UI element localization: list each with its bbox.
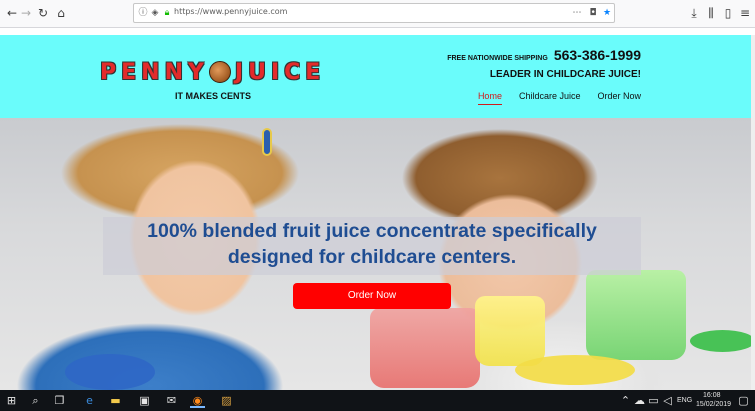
blue-paint-cup — [65, 354, 155, 390]
windows-start-icon[interactable]: ⊞ — [4, 393, 19, 408]
sidebar-icon[interactable]: ▯ — [720, 5, 736, 21]
phone-number[interactable]: 563-386-1999 — [554, 47, 641, 63]
arrow-right-icon[interactable]: → — [18, 5, 34, 21]
nav-order-now[interactable]: Order Now — [597, 91, 641, 105]
address-bar[interactable]: ⓘ ◈ 🔒︎ https://www.pennyjuice.com ⋯ ◘ ★ — [133, 3, 615, 23]
yellow-paint-cup — [475, 296, 545, 366]
hero-headline-line1: 100% blended fruit juice concentrate spe… — [147, 220, 597, 242]
clock-time[interactable]: 16:08 — [703, 392, 721, 399]
network-icon[interactable]: ▭ — [646, 393, 661, 408]
logo-text-right: JUICE — [234, 59, 326, 85]
site-header: PENNY JUICE IT MAKES CENTS FREE NATIONWI… — [0, 35, 755, 118]
notifications-icon[interactable]: ▢ — [736, 393, 751, 408]
info-icon[interactable]: ⓘ — [138, 7, 148, 19]
yellow-lid — [515, 355, 635, 385]
url-text[interactable]: https://www.pennyjuice.com — [174, 7, 287, 16]
logo[interactable]: PENNY JUICE — [100, 58, 325, 86]
shipping-label: FREE NATIONWIDE SHIPPING — [447, 55, 548, 62]
hairclip-decoration — [262, 128, 272, 156]
file-explorer-icon[interactable]: ▬ — [108, 393, 123, 408]
bookmark-star-icon[interactable]: ★ — [602, 7, 612, 19]
edge-icon[interactable]: e — [82, 393, 97, 408]
reload-icon[interactable]: ↻ — [35, 5, 51, 21]
page-scrollbar[interactable] — [751, 35, 755, 390]
logo-text-left: PENNY — [100, 59, 209, 85]
lock-icon[interactable]: 🔒︎ — [162, 7, 172, 19]
tagline: IT MAKES CENTS — [175, 91, 252, 101]
download-icon[interactable]: ⤓ — [686, 5, 702, 21]
hero-headline-line2: designed for childcare centers. — [227, 246, 517, 268]
hero-banner: 100% blended fruit juice concentrate spe… — [0, 118, 755, 390]
paint-app-icon[interactable]: ▨ — [219, 393, 234, 408]
penny-coin-icon — [208, 61, 231, 83]
onedrive-icon[interactable]: ☁ — [632, 393, 647, 408]
green-paint-cup — [586, 270, 686, 360]
language-indicator[interactable]: ENG — [677, 397, 692, 404]
task-view-icon[interactable]: ❐ — [52, 393, 67, 408]
firefox-icon[interactable]: ◉ — [190, 393, 205, 408]
store-icon[interactable]: ▣ — [137, 393, 152, 408]
shipping-line: FREE NATIONWIDE SHIPPING 563-386-1999 — [447, 47, 641, 63]
leader-text: LEADER IN CHILDCARE JUICE! — [489, 69, 641, 80]
search-icon[interactable]: ⌕ — [28, 393, 43, 408]
pocket-icon[interactable]: ◘ — [588, 7, 598, 19]
mail-icon[interactable]: ✉ — [164, 393, 179, 408]
tracking-shield-icon[interactable]: ◈ — [150, 7, 160, 19]
green-lid — [690, 330, 755, 352]
clock-date[interactable]: 15/02/2019 — [696, 401, 731, 408]
nav-home[interactable]: Home — [477, 91, 502, 105]
hero-headline: 100% blended fruit juice concentrate spe… — [103, 218, 641, 270]
menu-icon[interactable]: ≡ — [737, 5, 753, 21]
order-now-button[interactable]: Order Now — [293, 283, 451, 309]
windows-taskbar: ⊞ ⌕ ❐ e ▬ ▣ ✉ ◉ ▨ ⌃ ☁ ▭ ◁ ENG 16:08 15/0… — [0, 390, 755, 411]
home-icon[interactable]: ⌂ — [53, 5, 69, 21]
browser-toolbar: ← → ↻ ⌂ ⓘ ◈ 🔒︎ https://www.pennyjuice.co… — [0, 0, 755, 28]
nav-childcare-juice[interactable]: Childcare Juice — [519, 91, 581, 105]
red-paint-cup — [370, 308, 480, 388]
more-icon[interactable]: ⋯ — [572, 7, 582, 19]
show-hidden-icons-icon[interactable]: ⌃ — [618, 393, 633, 408]
volume-icon[interactable]: ◁ — [660, 393, 675, 408]
main-nav: Home Childcare Juice Order Now — [477, 91, 641, 105]
library-icon[interactable]: ⫼ — [703, 5, 719, 21]
